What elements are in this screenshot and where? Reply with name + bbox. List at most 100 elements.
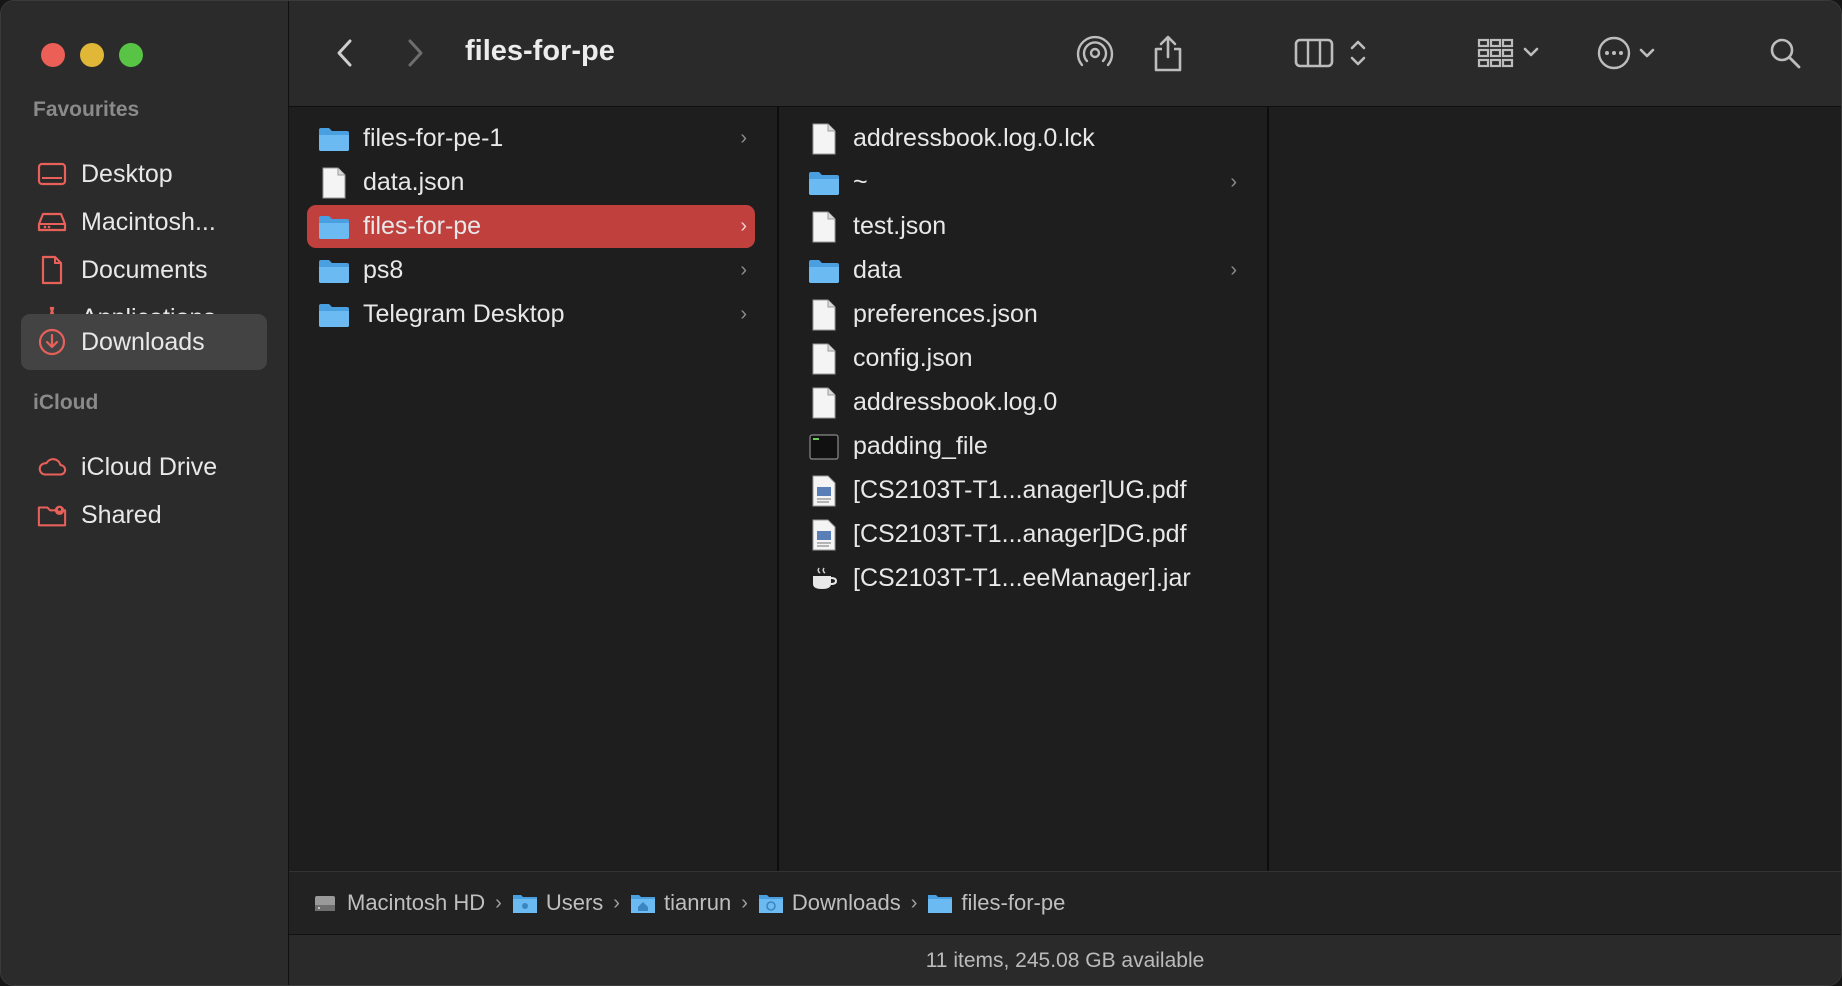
list-item[interactable]: data › bbox=[797, 249, 1245, 292]
breadcrumb-separator-icon: › bbox=[910, 891, 918, 914]
breadcrumb-item[interactable]: files-for-pe bbox=[927, 890, 1065, 916]
file-icon bbox=[807, 210, 841, 244]
file-name: files-for-pe bbox=[363, 212, 482, 240]
file-name: test.json bbox=[853, 212, 947, 240]
breadcrumb-separator-icon: › bbox=[613, 891, 620, 914]
sidebar-item-label: Desktop bbox=[81, 159, 173, 188]
ellipsis-circle-icon bbox=[1597, 36, 1631, 70]
breadcrumb-item[interactable]: tianrun bbox=[630, 890, 731, 916]
list-item[interactable]: ps8 › bbox=[307, 249, 755, 292]
list-item[interactable]: files-for-pe-1 › bbox=[307, 117, 755, 160]
column-1: files-for-pe-1 › data.json files-for-pe … bbox=[289, 107, 779, 871]
list-item[interactable]: test.json bbox=[797, 205, 1245, 248]
airdrop-button[interactable] bbox=[1075, 33, 1115, 73]
breadcrumb-label: tianrun bbox=[663, 890, 732, 915]
file-name: data bbox=[853, 256, 902, 284]
up-down-chevron-icon bbox=[1350, 40, 1366, 66]
list-item[interactable]: addressbook.log.0 bbox=[797, 381, 1245, 424]
file-icon bbox=[317, 166, 351, 200]
pdf-icon bbox=[807, 518, 841, 552]
columns-view-icon bbox=[1294, 38, 1334, 68]
downloads-folder-icon bbox=[758, 891, 784, 915]
zoom-button[interactable] bbox=[119, 43, 143, 67]
download-icon bbox=[37, 327, 67, 357]
back-button[interactable] bbox=[333, 33, 357, 73]
list-item[interactable]: config.json bbox=[797, 337, 1245, 380]
chevron-right-icon: › bbox=[740, 259, 747, 281]
folder-icon bbox=[927, 891, 953, 915]
chevron-right-icon: › bbox=[740, 215, 747, 237]
more-actions-button[interactable] bbox=[1597, 33, 1659, 73]
list-item[interactable]: data.json bbox=[307, 161, 755, 204]
chevron-down-icon bbox=[1523, 47, 1539, 57]
share-button[interactable] bbox=[1151, 33, 1185, 73]
breadcrumb-label: Users bbox=[545, 890, 604, 915]
breadcrumb-item[interactable]: Users bbox=[512, 890, 603, 916]
desktop-icon bbox=[37, 159, 67, 189]
search-button[interactable] bbox=[1767, 33, 1803, 73]
minimize-button[interactable] bbox=[80, 43, 104, 67]
folder-icon bbox=[512, 891, 538, 915]
list-item[interactable]: ~ › bbox=[797, 161, 1245, 204]
window-controls bbox=[41, 43, 143, 67]
hard-drive-icon bbox=[37, 207, 67, 237]
share-icon bbox=[1154, 35, 1182, 72]
file-name: padding_file bbox=[853, 432, 988, 460]
file-name: Telegram Desktop bbox=[363, 300, 565, 328]
folder-icon bbox=[807, 254, 841, 288]
chevron-left-icon bbox=[337, 39, 352, 67]
breadcrumb-item[interactable]: Macintosh HD bbox=[313, 890, 485, 916]
file-name: addressbook.log.0 bbox=[853, 388, 1058, 416]
list-item-selected[interactable]: files-for-pe › bbox=[307, 205, 755, 248]
sidebar-section-icloud: iCloud bbox=[33, 391, 99, 414]
status-text: 11 items, 245.08 GB available bbox=[925, 949, 1205, 972]
sidebar-item-label: Downloads bbox=[81, 327, 205, 356]
breadcrumb-separator-icon: › bbox=[495, 891, 502, 914]
chevron-right-icon: › bbox=[740, 303, 747, 325]
file-name: [CS2103T-T1...anager]DG.pdf bbox=[853, 520, 1187, 548]
file-name: preferences.json bbox=[853, 300, 1038, 328]
toolbar: files-for-pe bbox=[289, 1, 1841, 107]
file-icon bbox=[807, 386, 841, 420]
shared-folder-icon bbox=[37, 500, 67, 530]
pdf-icon bbox=[807, 474, 841, 508]
forward-button[interactable] bbox=[403, 33, 427, 73]
folder-icon bbox=[317, 254, 351, 288]
folder-icon bbox=[317, 298, 351, 332]
chevron-right-icon bbox=[408, 39, 423, 67]
file-name: data.json bbox=[363, 168, 465, 196]
breadcrumb-label: Downloads bbox=[791, 890, 901, 915]
path-bar: Macintosh HD › Users › tianrun › Downloa… bbox=[289, 871, 1841, 934]
hard-drive-icon bbox=[313, 891, 339, 915]
folder-icon bbox=[317, 210, 351, 244]
breadcrumb-item[interactable]: Downloads bbox=[758, 890, 901, 916]
sidebar-item-shared[interactable]: Shared bbox=[21, 487, 267, 543]
status-bar: 11 items, 245.08 GB available bbox=[289, 934, 1841, 985]
list-item[interactable]: padding_file bbox=[797, 425, 1245, 468]
sidebar-item-label: Shared bbox=[81, 500, 162, 529]
list-item[interactable]: [CS2103T-T1...anager]UG.pdf bbox=[797, 469, 1245, 512]
list-item[interactable]: [CS2103T-T1...anager]DG.pdf bbox=[797, 513, 1245, 556]
list-item[interactable]: addressbook.log.0.lck bbox=[797, 117, 1245, 160]
file-icon bbox=[807, 342, 841, 376]
sidebar-item-label: Macintosh... bbox=[81, 207, 216, 236]
sidebar: Favourites Desktop Macintosh... Document… bbox=[1, 1, 289, 985]
finder-window: Favourites Desktop Macintosh... Document… bbox=[0, 0, 1842, 986]
home-folder-icon bbox=[630, 891, 656, 915]
document-icon bbox=[37, 255, 67, 285]
view-mode-button[interactable] bbox=[1294, 33, 1378, 73]
list-item[interactable]: preferences.json bbox=[797, 293, 1245, 336]
sidebar-item-label: Documents bbox=[81, 255, 208, 284]
airdrop-icon bbox=[1076, 35, 1114, 67]
sidebar-section-favourites: Favourites bbox=[33, 98, 140, 121]
sidebar-item-downloads[interactable]: Downloads bbox=[21, 314, 267, 370]
column-3-empty bbox=[1269, 107, 1841, 871]
window-title: files-for-pe bbox=[465, 35, 615, 67]
list-item[interactable]: [CS2103T-T1...eeManager].jar bbox=[797, 557, 1245, 600]
file-icon bbox=[807, 298, 841, 332]
close-button[interactable] bbox=[41, 43, 65, 67]
list-item[interactable]: Telegram Desktop › bbox=[307, 293, 755, 336]
group-button[interactable] bbox=[1477, 33, 1543, 73]
file-name: files-for-pe-1 bbox=[363, 124, 504, 152]
column-2: addressbook.log.0.lck ~ › test.json data… bbox=[779, 107, 1269, 871]
